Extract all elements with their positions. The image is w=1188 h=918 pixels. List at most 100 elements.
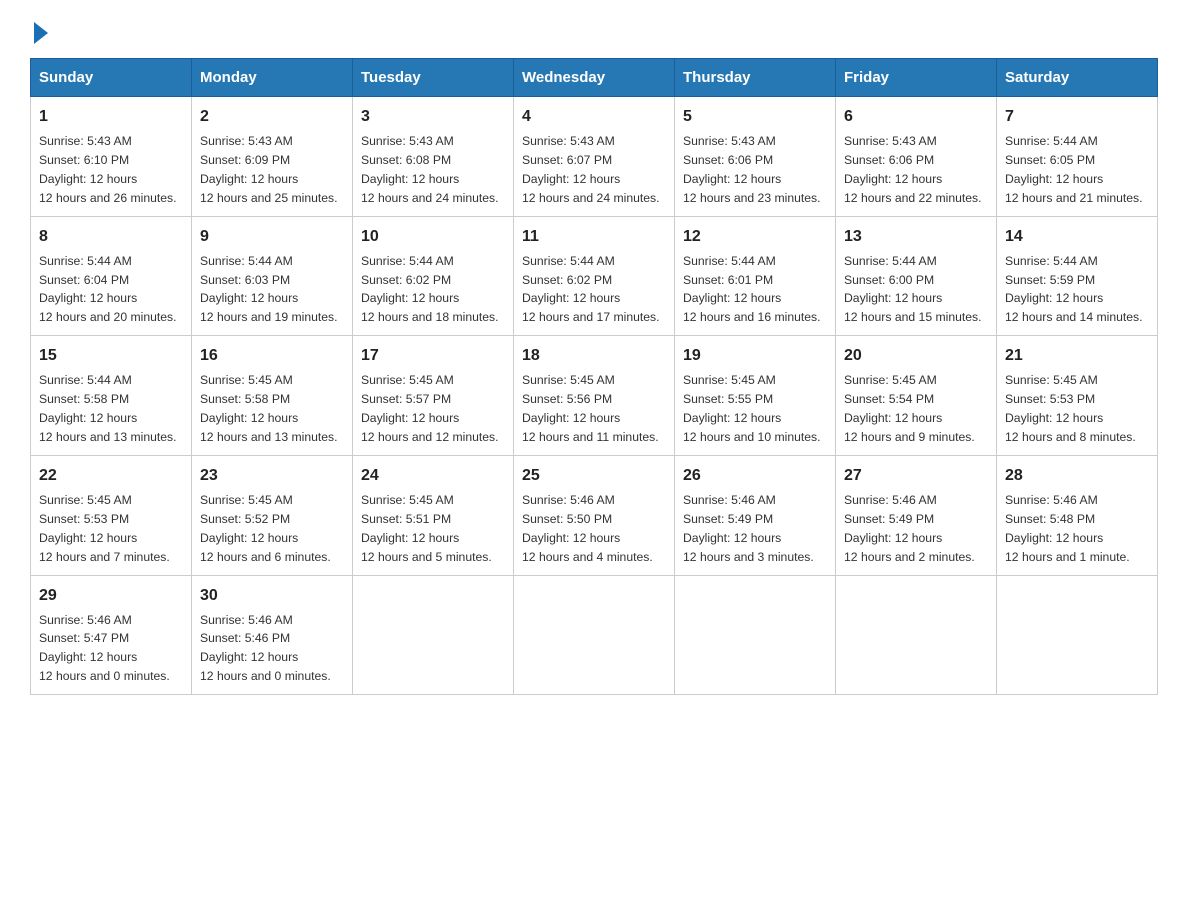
day-number: 19 bbox=[683, 344, 827, 368]
day-number: 13 bbox=[844, 225, 988, 249]
day-info: Sunrise: 5:46 AMSunset: 5:48 PMDaylight:… bbox=[1005, 491, 1149, 567]
calendar-cell bbox=[675, 575, 836, 695]
day-info: Sunrise: 5:44 AMSunset: 6:00 PMDaylight:… bbox=[844, 252, 988, 328]
calendar-cell: 8 Sunrise: 5:44 AMSunset: 6:04 PMDaylight… bbox=[31, 216, 192, 336]
day-info: Sunrise: 5:44 AMSunset: 6:02 PMDaylight:… bbox=[522, 252, 666, 328]
calendar-cell: 7 Sunrise: 5:44 AMSunset: 6:05 PMDaylight… bbox=[997, 97, 1158, 217]
calendar-cell: 5 Sunrise: 5:43 AMSunset: 6:06 PMDaylight… bbox=[675, 97, 836, 217]
day-info: Sunrise: 5:45 AMSunset: 5:52 PMDaylight:… bbox=[200, 491, 344, 567]
day-info: Sunrise: 5:43 AMSunset: 6:07 PMDaylight:… bbox=[522, 132, 666, 208]
day-info: Sunrise: 5:45 AMSunset: 5:51 PMDaylight:… bbox=[361, 491, 505, 567]
day-info: Sunrise: 5:46 AMSunset: 5:47 PMDaylight:… bbox=[39, 611, 183, 687]
day-number: 11 bbox=[522, 225, 666, 249]
day-info: Sunrise: 5:45 AMSunset: 5:53 PMDaylight:… bbox=[1005, 371, 1149, 447]
day-number: 16 bbox=[200, 344, 344, 368]
day-number: 27 bbox=[844, 464, 988, 488]
calendar-week-row: 29 Sunrise: 5:46 AMSunset: 5:47 PMDayligh… bbox=[31, 575, 1158, 695]
weekday-header-wednesday: Wednesday bbox=[514, 59, 675, 97]
day-info: Sunrise: 5:44 AMSunset: 6:04 PMDaylight:… bbox=[39, 252, 183, 328]
calendar-cell: 15Sunrise: 5:44 AMSunset: 5:58 PMDayligh… bbox=[31, 336, 192, 456]
calendar-cell: 10 Sunrise: 5:44 AMSunset: 6:02 PMDayligh… bbox=[353, 216, 514, 336]
day-number: 8 bbox=[39, 225, 183, 249]
day-number: 23 bbox=[200, 464, 344, 488]
weekday-header-saturday: Saturday bbox=[997, 59, 1158, 97]
day-info: Sunrise: 5:46 AMSunset: 5:49 PMDaylight:… bbox=[844, 491, 988, 567]
day-number: 14 bbox=[1005, 225, 1149, 249]
day-number: 2 bbox=[200, 105, 344, 129]
day-info: Sunrise: 5:44 AMSunset: 5:59 PMDaylight:… bbox=[1005, 252, 1149, 328]
calendar-cell: 30 Sunrise: 5:46 AMSunset: 5:46 PMDayligh… bbox=[192, 575, 353, 695]
calendar-cell: 1Sunrise: 5:43 AMSunset: 6:10 PMDaylight… bbox=[31, 97, 192, 217]
calendar-cell: 11 Sunrise: 5:44 AMSunset: 6:02 PMDayligh… bbox=[514, 216, 675, 336]
calendar-cell: 13 Sunrise: 5:44 AMSunset: 6:00 PMDayligh… bbox=[836, 216, 997, 336]
day-info: Sunrise: 5:44 AMSunset: 6:05 PMDaylight:… bbox=[1005, 132, 1149, 208]
day-info: Sunrise: 5:46 AMSunset: 5:50 PMDaylight:… bbox=[522, 491, 666, 567]
day-info: Sunrise: 5:46 AMSunset: 5:49 PMDaylight:… bbox=[683, 491, 827, 567]
day-number: 25 bbox=[522, 464, 666, 488]
logo bbox=[30, 20, 48, 40]
day-number: 22 bbox=[39, 464, 183, 488]
weekday-header-sunday: Sunday bbox=[31, 59, 192, 97]
day-info: Sunrise: 5:45 AMSunset: 5:53 PMDaylight:… bbox=[39, 491, 183, 567]
day-info: Sunrise: 5:43 AMSunset: 6:06 PMDaylight:… bbox=[844, 132, 988, 208]
calendar-cell bbox=[997, 575, 1158, 695]
calendar-cell: 21 Sunrise: 5:45 AMSunset: 5:53 PMDayligh… bbox=[997, 336, 1158, 456]
calendar-week-row: 1Sunrise: 5:43 AMSunset: 6:10 PMDaylight… bbox=[31, 97, 1158, 217]
calendar-cell: 19 Sunrise: 5:45 AMSunset: 5:55 PMDayligh… bbox=[675, 336, 836, 456]
day-number: 10 bbox=[361, 225, 505, 249]
weekday-header-monday: Monday bbox=[192, 59, 353, 97]
calendar-cell: 25 Sunrise: 5:46 AMSunset: 5:50 PMDayligh… bbox=[514, 455, 675, 575]
calendar-cell: 16 Sunrise: 5:45 AMSunset: 5:58 PMDayligh… bbox=[192, 336, 353, 456]
calendar-cell: 4 Sunrise: 5:43 AMSunset: 6:07 PMDaylight… bbox=[514, 97, 675, 217]
calendar-cell: 3Sunrise: 5:43 AMSunset: 6:08 PMDaylight… bbox=[353, 97, 514, 217]
day-info: Sunrise: 5:45 AMSunset: 5:55 PMDaylight:… bbox=[683, 371, 827, 447]
day-info: Sunrise: 5:45 AMSunset: 5:56 PMDaylight:… bbox=[522, 371, 666, 447]
calendar-cell: 28 Sunrise: 5:46 AMSunset: 5:48 PMDayligh… bbox=[997, 455, 1158, 575]
day-number: 9 bbox=[200, 225, 344, 249]
day-number: 29 bbox=[39, 584, 183, 608]
calendar-cell: 14 Sunrise: 5:44 AMSunset: 5:59 PMDayligh… bbox=[997, 216, 1158, 336]
day-number: 6 bbox=[844, 105, 988, 129]
day-number: 20 bbox=[844, 344, 988, 368]
weekday-header-tuesday: Tuesday bbox=[353, 59, 514, 97]
day-number: 7 bbox=[1005, 105, 1149, 129]
weekday-header-friday: Friday bbox=[836, 59, 997, 97]
day-number: 1 bbox=[39, 105, 183, 129]
day-info: Sunrise: 5:43 AMSunset: 6:09 PMDaylight:… bbox=[200, 132, 344, 208]
day-number: 30 bbox=[200, 584, 344, 608]
calendar-cell: 22 Sunrise: 5:45 AMSunset: 5:53 PMDayligh… bbox=[31, 455, 192, 575]
day-number: 12 bbox=[683, 225, 827, 249]
calendar-table: SundayMondayTuesdayWednesdayThursdayFrid… bbox=[30, 58, 1158, 695]
day-info: Sunrise: 5:45 AMSunset: 5:54 PMDaylight:… bbox=[844, 371, 988, 447]
calendar-cell: 24Sunrise: 5:45 AMSunset: 5:51 PMDayligh… bbox=[353, 455, 514, 575]
calendar-cell: 23 Sunrise: 5:45 AMSunset: 5:52 PMDayligh… bbox=[192, 455, 353, 575]
calendar-week-row: 15Sunrise: 5:44 AMSunset: 5:58 PMDayligh… bbox=[31, 336, 1158, 456]
calendar-cell: 12 Sunrise: 5:44 AMSunset: 6:01 PMDayligh… bbox=[675, 216, 836, 336]
calendar-cell bbox=[514, 575, 675, 695]
day-number: 17 bbox=[361, 344, 505, 368]
day-info: Sunrise: 5:45 AMSunset: 5:57 PMDaylight:… bbox=[361, 371, 505, 447]
day-number: 18 bbox=[522, 344, 666, 368]
day-info: Sunrise: 5:44 AMSunset: 6:03 PMDaylight:… bbox=[200, 252, 344, 328]
day-number: 5 bbox=[683, 105, 827, 129]
day-info: Sunrise: 5:43 AMSunset: 6:06 PMDaylight:… bbox=[683, 132, 827, 208]
day-info: Sunrise: 5:44 AMSunset: 6:01 PMDaylight:… bbox=[683, 252, 827, 328]
calendar-week-row: 22 Sunrise: 5:45 AMSunset: 5:53 PMDayligh… bbox=[31, 455, 1158, 575]
day-number: 28 bbox=[1005, 464, 1149, 488]
day-number: 3 bbox=[361, 105, 505, 129]
calendar-cell bbox=[353, 575, 514, 695]
day-number: 4 bbox=[522, 105, 666, 129]
calendar-cell: 2 Sunrise: 5:43 AMSunset: 6:09 PMDaylight… bbox=[192, 97, 353, 217]
day-info: Sunrise: 5:45 AMSunset: 5:58 PMDaylight:… bbox=[200, 371, 344, 447]
day-info: Sunrise: 5:44 AMSunset: 5:58 PMDaylight:… bbox=[39, 371, 183, 447]
day-number: 26 bbox=[683, 464, 827, 488]
calendar-cell: 27 Sunrise: 5:46 AMSunset: 5:49 PMDayligh… bbox=[836, 455, 997, 575]
calendar-cell: 29 Sunrise: 5:46 AMSunset: 5:47 PMDayligh… bbox=[31, 575, 192, 695]
day-number: 21 bbox=[1005, 344, 1149, 368]
day-info: Sunrise: 5:46 AMSunset: 5:46 PMDaylight:… bbox=[200, 611, 344, 687]
calendar-cell: 6 Sunrise: 5:43 AMSunset: 6:06 PMDaylight… bbox=[836, 97, 997, 217]
calendar-cell bbox=[836, 575, 997, 695]
calendar-cell: 18 Sunrise: 5:45 AMSunset: 5:56 PMDayligh… bbox=[514, 336, 675, 456]
day-info: Sunrise: 5:44 AMSunset: 6:02 PMDaylight:… bbox=[361, 252, 505, 328]
weekday-header-thursday: Thursday bbox=[675, 59, 836, 97]
